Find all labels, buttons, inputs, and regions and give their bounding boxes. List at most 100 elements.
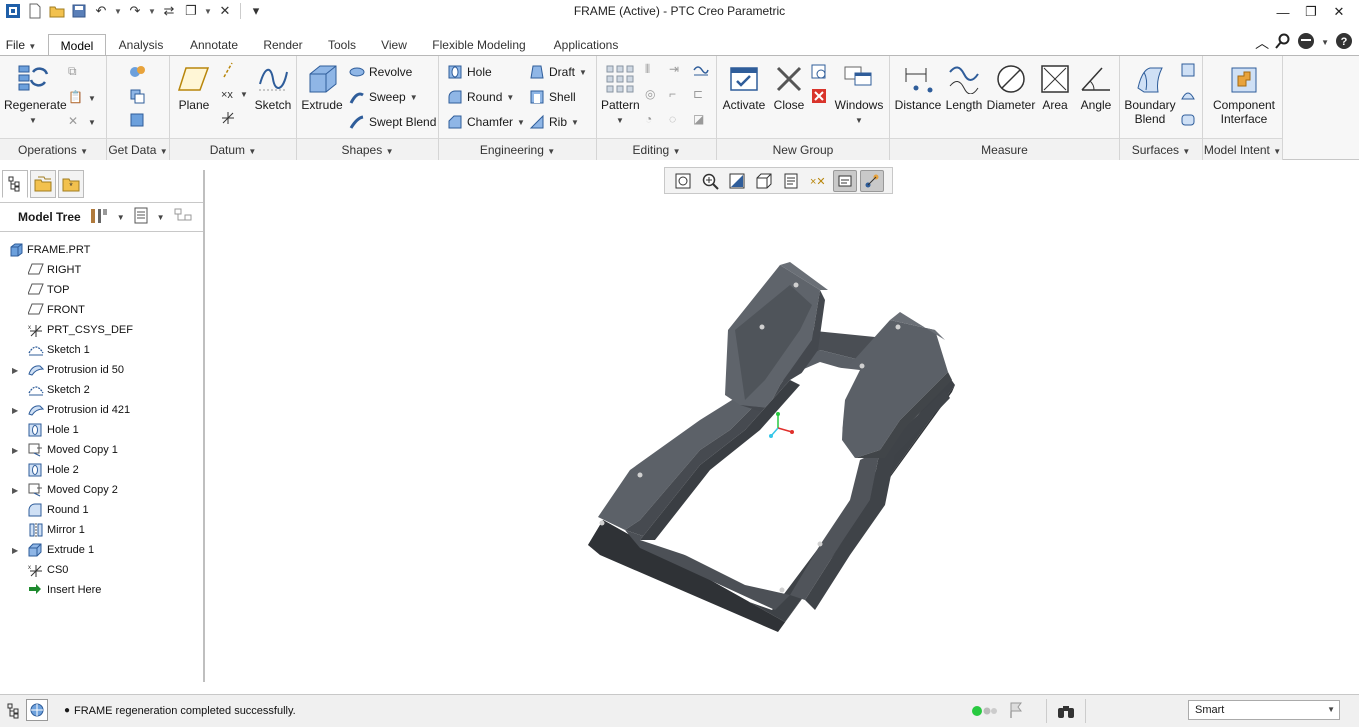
shell-button[interactable]: Shell	[529, 89, 576, 105]
tree-item[interactable]: ▶ Extrude 1	[0, 540, 203, 560]
shrinkwrap-button[interactable]	[129, 112, 145, 128]
axis-button[interactable]	[220, 62, 236, 78]
area-button[interactable]: Area	[1036, 64, 1074, 112]
tab-view[interactable]: View	[372, 34, 416, 56]
surfaces-footer[interactable]: Surfaces ▼	[1120, 138, 1202, 160]
tree-item[interactable]: Hole 1	[0, 420, 203, 440]
delete-button[interactable]: ✕ ▼	[68, 114, 96, 130]
app-icon[interactable]	[4, 2, 22, 20]
tree-item[interactable]: x CS0	[0, 560, 203, 580]
new-file-icon[interactable]	[26, 2, 44, 20]
saved-orientations-icon[interactable]	[779, 170, 803, 192]
copy-button[interactable]: ⧉	[68, 64, 84, 80]
tab-annotate[interactable]: Annotate	[178, 34, 250, 56]
display-style-icon[interactable]	[752, 170, 776, 192]
paste-button[interactable]: 📋 ▼	[68, 90, 96, 106]
get-data-footer[interactable]: Get Data ▼	[107, 138, 169, 160]
minimize-ribbon-icon[interactable]: ︿	[1255, 33, 1269, 53]
copy-geometry-button[interactable]	[129, 88, 145, 104]
tree-item[interactable]: Hole 2	[0, 460, 203, 480]
flag-icon[interactable]	[1008, 701, 1024, 722]
selection-filter-select[interactable]: Smart ▼	[1188, 700, 1340, 720]
customize-qat-icon[interactable]: ▾	[247, 2, 265, 20]
engineering-footer[interactable]: Engineering ▼	[439, 138, 596, 160]
favorites-tab-icon[interactable]: *	[58, 170, 84, 198]
offset-button[interactable]: ⊏	[693, 87, 703, 101]
tree-item[interactable]: Sketch 1	[0, 340, 203, 360]
tab-flexible-modeling[interactable]: Flexible Modeling	[420, 34, 538, 56]
length-button[interactable]: Length	[942, 64, 986, 112]
tab-model[interactable]: Model	[48, 34, 106, 56]
expand-arrow-icon[interactable]: ▶	[12, 446, 18, 455]
windows-dropdown-icon[interactable]: ▼	[204, 7, 212, 16]
windows-dropdown-icon[interactable]: ▼	[855, 116, 863, 125]
fill-button[interactable]	[1180, 62, 1196, 81]
tab-analysis[interactable]: Analysis	[108, 34, 174, 56]
community-dropdown-icon[interactable]: ▼	[1321, 38, 1329, 47]
activate-button[interactable]: Activate	[721, 64, 767, 112]
freestyle-button[interactable]	[1180, 112, 1196, 131]
tree-item[interactable]: Insert Here	[0, 580, 203, 600]
zoom-in-icon[interactable]	[698, 170, 722, 192]
tab-render[interactable]: Render	[254, 34, 312, 56]
annotation-display-icon[interactable]	[860, 169, 884, 192]
plane-button[interactable]: Plane	[174, 64, 214, 112]
minimize-icon[interactable]: —	[1269, 2, 1297, 22]
intersect-button[interactable]: ◔	[645, 112, 652, 126]
show-navigator-icon[interactable]	[4, 701, 24, 721]
tree-settings-icon[interactable]	[133, 207, 149, 228]
datum-footer[interactable]: Datum ▼	[170, 138, 296, 160]
trim-button[interactable]: ⌐	[669, 87, 676, 101]
help-icon[interactable]: ?	[1335, 32, 1353, 53]
regenerate-qat-icon[interactable]: ⇄	[160, 2, 178, 20]
windows-qat-icon[interactable]: ❐	[182, 2, 200, 20]
redo-icon[interactable]: ↷	[126, 2, 144, 20]
tree-item[interactable]: ▶ Moved Copy 2	[0, 480, 203, 500]
tree-item[interactable]: ▶ Moved Copy 1	[0, 440, 203, 460]
operations-footer[interactable]: Operations ▼	[0, 138, 106, 160]
model-intent-footer[interactable]: Model Intent ▼	[1203, 138, 1282, 160]
spin-center-icon[interactable]	[833, 169, 857, 192]
undo-icon[interactable]: ↶	[92, 2, 110, 20]
round-button[interactable]: Round ▼	[447, 89, 514, 105]
search-icon[interactable]	[1275, 33, 1291, 52]
revolve-button[interactable]: Revolve	[349, 64, 412, 80]
windows-button[interactable]: Windows ▼	[833, 64, 885, 126]
close-icon[interactable]: ✕	[1325, 2, 1353, 22]
shapes-footer[interactable]: Shapes ▼	[297, 138, 438, 160]
activate-window-button[interactable]	[811, 64, 827, 83]
tree-item[interactable]: Mirror 1	[0, 520, 203, 540]
thicken-button[interactable]: ◌	[669, 112, 676, 126]
distance-button[interactable]: Distance	[894, 64, 942, 112]
hole-button[interactable]: Hole	[447, 64, 492, 80]
datum-display-icon[interactable]: ×✕	[806, 170, 830, 192]
close-button[interactable]: Close	[769, 64, 809, 112]
tab-tools[interactable]: Tools	[316, 34, 368, 56]
tree-item[interactable]: x PRT_CSYS_DEF	[0, 320, 203, 340]
expand-arrow-icon[interactable]: ▶	[12, 486, 18, 495]
point-button[interactable]: ×x ▼	[220, 86, 248, 102]
pattern-dropdown-icon[interactable]: ▼	[616, 116, 624, 125]
swept-blend-button[interactable]: Swept Blend	[349, 114, 436, 130]
close-window-icon[interactable]: ✕	[216, 2, 234, 20]
component-interface-button[interactable]: Component Interface	[1207, 64, 1281, 126]
graphics-window[interactable]	[207, 196, 1359, 682]
folder-browser-tab-icon[interactable]	[30, 170, 56, 198]
restore-icon[interactable]: ❐	[1297, 2, 1325, 22]
angle-button[interactable]: Angle	[1076, 64, 1116, 112]
regenerate-button[interactable]: Regenerate ▼	[4, 62, 67, 126]
expand-arrow-icon[interactable]: ▶	[12, 366, 18, 375]
tree-item[interactable]: FRAME.PRT	[0, 240, 203, 260]
undo-dropdown-icon[interactable]: ▼	[114, 7, 122, 16]
editing-footer[interactable]: Editing ▼	[597, 138, 716, 160]
repaint-icon[interactable]	[725, 170, 749, 192]
regenerate-dropdown-icon[interactable]: ▼	[29, 116, 37, 125]
mirror-tool-button[interactable]: ⫴	[645, 62, 650, 77]
tree-item[interactable]: Sketch 2	[0, 380, 203, 400]
tab-applications[interactable]: Applications	[542, 34, 630, 56]
tree-item[interactable]: TOP	[0, 280, 203, 300]
tab-file[interactable]: File ▼	[0, 34, 42, 56]
project-button[interactable]	[693, 62, 709, 79]
redo-dropdown-icon[interactable]: ▼	[148, 7, 156, 16]
merge-button[interactable]: ◎	[645, 87, 655, 101]
